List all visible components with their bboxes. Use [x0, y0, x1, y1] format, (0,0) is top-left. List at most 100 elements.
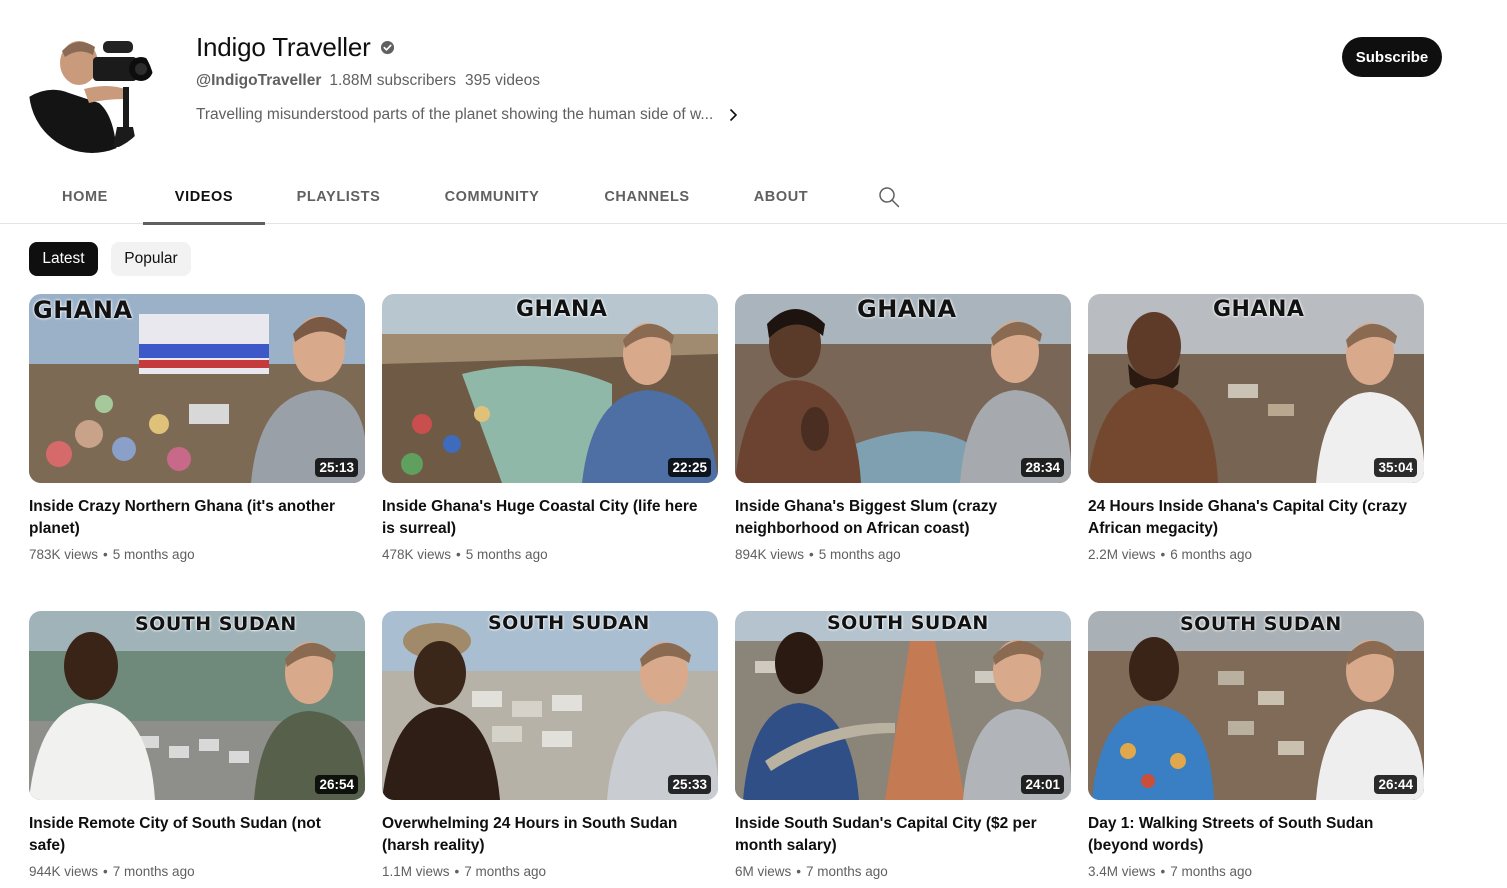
video-card[interactable]: GHANA 35:04 24 Hours Inside Ghana's Capi… — [1088, 294, 1424, 562]
thumbnail-caption: SOUTH SUDAN — [135, 613, 297, 635]
video-card[interactable]: SOUTH SUDAN 26:44 Day 1: Walking Streets… — [1088, 611, 1424, 879]
video-duration: 26:44 — [1374, 775, 1417, 794]
video-duration: 28:34 — [1021, 458, 1064, 477]
video-card[interactable]: SOUTH SUDAN 24:01 Inside South Sudan's C… — [735, 611, 1071, 879]
subscribe-button[interactable]: Subscribe — [1342, 37, 1442, 77]
verified-check-icon — [380, 40, 394, 55]
video-card[interactable]: GHANA 22:25 Inside Ghana's Huge Coastal … — [382, 294, 718, 562]
stats-separator: • — [103, 547, 108, 562]
stats-separator: • — [454, 864, 460, 879]
thumbnail-caption: SOUTH SUDAN — [1180, 613, 1342, 635]
channel-tabs: HOME VIDEOS PLAYLISTS COMMUNITY CHANNELS… — [0, 170, 1507, 225]
video-card[interactable]: GHANA 28:34 Inside Ghana's Biggest Slum … — [735, 294, 1071, 562]
video-stats: 894K views • 5 months ago — [735, 547, 1071, 562]
view-count: 783K views — [29, 547, 99, 562]
stats-separator: • — [1160, 547, 1166, 562]
thumbnail-caption: GHANA — [1213, 297, 1305, 322]
video-title[interactable]: Inside Crazy Northern Ghana (it's anothe… — [29, 496, 349, 540]
upload-age: 7 months ago — [464, 864, 547, 879]
video-duration: 25:13 — [315, 458, 358, 477]
video-stats: 3.4M views • 7 months ago — [1088, 864, 1424, 879]
stats-separator: • — [103, 864, 108, 879]
video-thumbnail[interactable]: GHANA 28:34 — [735, 294, 1071, 483]
thumbnail-caption: SOUTH SUDAN — [827, 612, 989, 634]
thumbnail-caption: SOUTH SUDAN — [488, 612, 650, 634]
video-title[interactable]: Inside Ghana's Huge Coastal City (life h… — [382, 496, 702, 540]
video-duration: 25:33 — [668, 775, 711, 794]
video-card[interactable]: SOUTH SUDAN 26:54 Inside Remote City of … — [29, 611, 365, 879]
video-duration: 22:25 — [668, 458, 711, 477]
video-duration: 24:01 — [1021, 775, 1064, 794]
tab-about[interactable]: ABOUT — [742, 170, 820, 224]
thumbnail-caption: GHANA — [516, 297, 608, 322]
video-thumbnail[interactable]: GHANA 25:13 — [29, 294, 365, 483]
thumbnail-image — [382, 611, 718, 800]
view-count: 944K views — [29, 864, 99, 879]
video-title[interactable]: Inside South Sudan's Capital City ($2 pe… — [735, 813, 1055, 857]
channel-description[interactable]: Travelling misunderstood parts of the pl… — [196, 106, 741, 124]
video-thumbnail[interactable]: SOUTH SUDAN 26:54 — [29, 611, 365, 800]
upload-age: 5 months ago — [818, 547, 901, 562]
video-duration: 35:04 — [1374, 458, 1417, 477]
tab-playlists[interactable]: PLAYLISTS — [285, 170, 392, 224]
upload-age: 5 months ago — [465, 547, 548, 562]
upload-age: 5 months ago — [112, 547, 195, 562]
chip-latest[interactable]: Latest — [29, 242, 98, 276]
video-count: 395 videos — [465, 72, 540, 89]
video-stats: 478K views • 5 months ago — [382, 547, 718, 562]
video-thumbnail[interactable]: SOUTH SUDAN 26:44 — [1088, 611, 1424, 800]
video-stats: 783K views • 5 months ago — [29, 547, 365, 562]
video-title[interactable]: Overwhelming 24 Hours in South Sudan (ha… — [382, 813, 702, 857]
video-thumbnail[interactable]: GHANA 22:25 — [382, 294, 718, 483]
chevron-right-icon[interactable] — [725, 107, 741, 123]
channel-avatar[interactable] — [29, 27, 155, 153]
thumbnail-caption: GHANA — [33, 296, 133, 324]
stats-separator: • — [1160, 864, 1166, 879]
upload-age: 7 months ago — [806, 864, 888, 879]
thumbnail-image — [1088, 294, 1424, 483]
video-title[interactable]: 24 Hours Inside Ghana's Capital City (cr… — [1088, 496, 1408, 540]
channel-header: Indigo Traveller @IndigoTraveller 1.88M s… — [0, 0, 1507, 170]
stats-separator: • — [809, 547, 814, 562]
video-stats: 1.1M views • 7 months ago — [382, 864, 718, 879]
channel-handle: @IndigoTraveller — [196, 72, 322, 89]
avatar-photo — [29, 27, 155, 153]
video-duration: 26:54 — [315, 775, 358, 794]
subscriber-count: 1.88M subscribers — [329, 72, 457, 89]
video-card[interactable]: SOUTH SUDAN 25:33 Overwhelming 24 Hours … — [382, 611, 718, 879]
chip-popular[interactable]: Popular — [111, 242, 191, 276]
video-stats: 2.2M views • 6 months ago — [1088, 547, 1424, 562]
thumbnail-caption: GHANA — [857, 295, 957, 323]
video-thumbnail[interactable]: GHANA 35:04 — [1088, 294, 1424, 483]
view-count: 478K views — [382, 547, 452, 562]
video-title[interactable]: Day 1: Walking Streets of South Sudan (b… — [1088, 813, 1408, 857]
tab-videos[interactable]: VIDEOS — [143, 170, 265, 225]
thumbnail-image — [382, 294, 718, 483]
video-title[interactable]: Inside Remote City of South Sudan (not s… — [29, 813, 349, 857]
video-title[interactable]: Inside Ghana's Biggest Slum (crazy neigh… — [735, 496, 1055, 540]
view-count: 6M views — [735, 864, 792, 879]
channel-name: Indigo Traveller — [196, 32, 371, 62]
channel-meta: @IndigoTraveller 1.88M subscribers 395 vid… — [196, 72, 540, 90]
channel-title: Indigo Traveller — [196, 32, 395, 63]
thumbnail-image — [29, 611, 365, 800]
view-count: 2.2M views — [1088, 547, 1156, 562]
video-thumbnail[interactable]: SOUTH SUDAN 24:01 — [735, 611, 1071, 800]
view-count: 1.1M views — [382, 864, 450, 879]
thumbnail-image — [735, 611, 1071, 800]
video-thumbnail[interactable]: SOUTH SUDAN 25:33 — [382, 611, 718, 800]
description-text: Travelling misunderstood parts of the pl… — [196, 106, 714, 123]
stats-separator: • — [796, 864, 801, 879]
video-stats: 944K views • 7 months ago — [29, 864, 365, 879]
upload-age: 7 months ago — [112, 864, 195, 879]
tab-channels[interactable]: CHANNELS — [592, 170, 702, 224]
upload-age: 6 months ago — [1170, 547, 1253, 562]
search-icon[interactable] — [878, 186, 900, 208]
upload-age: 7 months ago — [1170, 864, 1253, 879]
video-stats: 6M views • 7 months ago — [735, 864, 1071, 879]
tab-community[interactable]: COMMUNITY — [432, 170, 552, 224]
thumbnail-image — [1088, 611, 1424, 800]
video-card[interactable]: GHANA 25:13 Inside Crazy Northern Ghana … — [29, 294, 365, 562]
view-count: 894K views — [735, 547, 805, 562]
tab-home[interactable]: HOME — [42, 170, 128, 224]
